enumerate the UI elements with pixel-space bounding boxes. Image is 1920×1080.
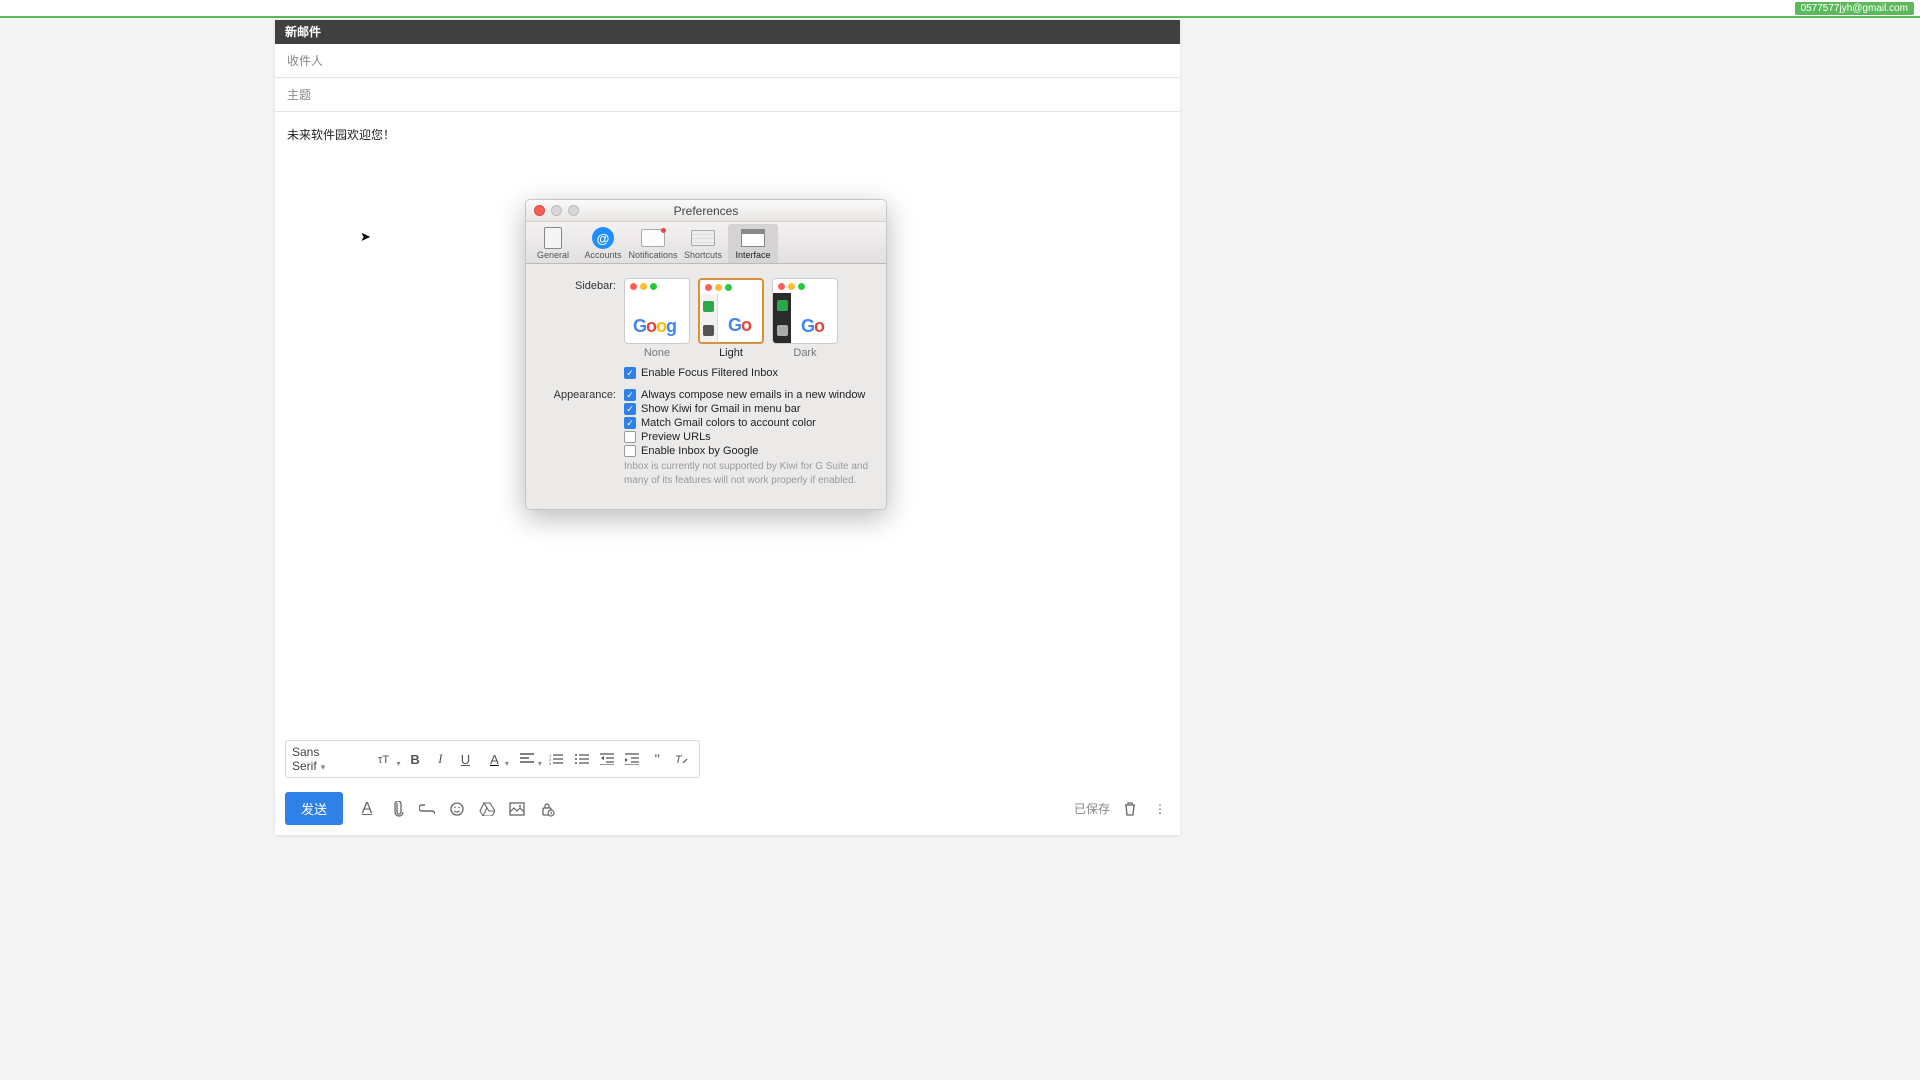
saved-label: 已保存: [1074, 800, 1110, 817]
sidebar-label: Sidebar:: [544, 278, 624, 381]
checkbox-icon: [624, 445, 636, 457]
checkbox-icon: [624, 403, 636, 415]
italic-button[interactable]: I: [430, 748, 451, 770]
tab-accounts[interactable]: @ Accounts: [578, 224, 628, 263]
sidebar-option-dark[interactable]: Go Dark: [772, 278, 838, 359]
always-compose-checkbox[interactable]: Always compose new emails in a new windo…: [624, 389, 868, 401]
tab-general-label: General: [537, 250, 569, 260]
interface-icon: [739, 227, 767, 249]
sidebar-option-light-label: Light: [719, 347, 743, 359]
indent-button[interactable]: [621, 748, 642, 770]
tab-notifications[interactable]: Notifications: [628, 224, 678, 263]
trash-icon[interactable]: [1120, 799, 1140, 819]
preferences-toolbar: General @ Accounts Notifications Shortcu…: [526, 222, 886, 264]
checkbox-icon: [624, 431, 636, 443]
align-button[interactable]: [513, 748, 542, 770]
compose-bottom-bar: 发送 A 已保存: [275, 786, 1180, 835]
compose-bottom-right: 已保存 ⋮: [1074, 799, 1170, 819]
shortcuts-icon: [689, 227, 717, 249]
preferences-title: Preferences: [674, 204, 739, 218]
sidebar-option-light[interactable]: Go Light: [698, 278, 764, 359]
match-colors-checkbox[interactable]: Match Gmail colors to account color: [624, 417, 868, 429]
preferences-content: Sidebar: Goog None Go Light Go Dark: [526, 264, 886, 509]
sidebar-option-none-label: None: [644, 347, 670, 359]
drive-icon[interactable]: [477, 799, 497, 819]
preview-urls-checkbox[interactable]: Preview URLs: [624, 431, 868, 443]
preferences-titlebar[interactable]: Preferences: [526, 200, 886, 222]
show-menubar-checkbox[interactable]: Show Kiwi for Gmail in menu bar: [624, 403, 868, 415]
close-window-button[interactable]: [534, 205, 545, 216]
general-icon: [539, 227, 567, 249]
compose-action-icons: A: [357, 799, 557, 819]
text-color-button[interactable]: A: [480, 748, 509, 770]
tab-accounts-label: Accounts: [584, 250, 621, 260]
sidebar-option-dark-label: Dark: [793, 347, 816, 359]
svg-text:τT: τT: [378, 754, 389, 766]
outdent-button[interactable]: [596, 748, 617, 770]
emoji-icon[interactable]: [447, 799, 467, 819]
checkbox-icon: [624, 389, 636, 401]
tab-interface-label: Interface: [735, 250, 770, 260]
accounts-icon: @: [589, 227, 617, 249]
format-toolbar: Sans Serif τT B I U A 123 " T: [285, 740, 700, 778]
appearance-label: Appearance:: [544, 387, 624, 487]
preferences-window: Preferences General @ Accounts Notificat…: [525, 199, 887, 510]
clear-format-button[interactable]: T: [672, 748, 693, 770]
enable-inbox-checkbox[interactable]: Enable Inbox by Google: [624, 445, 868, 457]
text-format-icon[interactable]: A: [357, 799, 377, 819]
tab-shortcuts[interactable]: Shortcuts: [678, 224, 728, 263]
underline-button[interactable]: U: [455, 748, 476, 770]
zoom-window-button[interactable]: [568, 205, 579, 216]
enable-focus-label: Enable Focus Filtered Inbox: [641, 367, 778, 379]
image-icon[interactable]: [507, 799, 527, 819]
tab-notifications-label: Notifications: [628, 250, 677, 260]
checkbox-icon: [624, 417, 636, 429]
confidential-icon[interactable]: [537, 799, 557, 819]
preview-urls-label: Preview URLs: [641, 431, 711, 443]
compose-title: 新邮件: [275, 20, 1180, 44]
font-family-select[interactable]: Sans Serif: [292, 745, 368, 773]
show-menubar-label: Show Kiwi for Gmail in menu bar: [641, 403, 801, 415]
tab-interface[interactable]: Interface: [728, 224, 778, 263]
enable-focus-checkbox[interactable]: Enable Focus Filtered Inbox: [624, 367, 868, 379]
always-compose-label: Always compose new emails in a new windo…: [641, 389, 865, 401]
bold-button[interactable]: B: [404, 748, 425, 770]
more-icon[interactable]: ⋮: [1150, 799, 1170, 819]
bullet-list-button[interactable]: [571, 748, 592, 770]
minimize-window-button[interactable]: [551, 205, 562, 216]
tab-shortcuts-label: Shortcuts: [684, 250, 722, 260]
quote-button[interactable]: ": [647, 748, 668, 770]
link-icon[interactable]: [417, 799, 437, 819]
attach-icon[interactable]: [387, 799, 407, 819]
match-colors-label: Match Gmail colors to account color: [641, 417, 816, 429]
window-controls: [534, 205, 579, 216]
numbered-list-button[interactable]: 123: [546, 748, 567, 770]
top-bar: 0577577jyh@gmail.com: [0, 0, 1920, 18]
checkbox-icon: [624, 367, 636, 379]
compose-body-text: 未来软件园欢迎您！: [287, 128, 395, 142]
tab-general[interactable]: General: [528, 224, 578, 263]
sidebar-options: Goog None Go Light Go Dark: [624, 278, 868, 359]
svg-text:T: T: [675, 754, 683, 766]
compose-subject-field[interactable]: 主题: [275, 78, 1180, 112]
svg-text:3: 3: [549, 761, 552, 765]
notifications-icon: [639, 227, 667, 249]
compose-to-field[interactable]: 收件人: [275, 44, 1180, 78]
account-badge[interactable]: 0577577jyh@gmail.com: [1795, 2, 1914, 15]
font-size-button[interactable]: τT: [372, 748, 401, 770]
sidebar-option-none[interactable]: Goog None: [624, 278, 690, 359]
send-button[interactable]: 发送: [285, 792, 343, 825]
enable-inbox-label: Enable Inbox by Google: [641, 445, 758, 457]
inbox-hint-text: Inbox is currently not supported by Kiwi…: [624, 460, 868, 487]
